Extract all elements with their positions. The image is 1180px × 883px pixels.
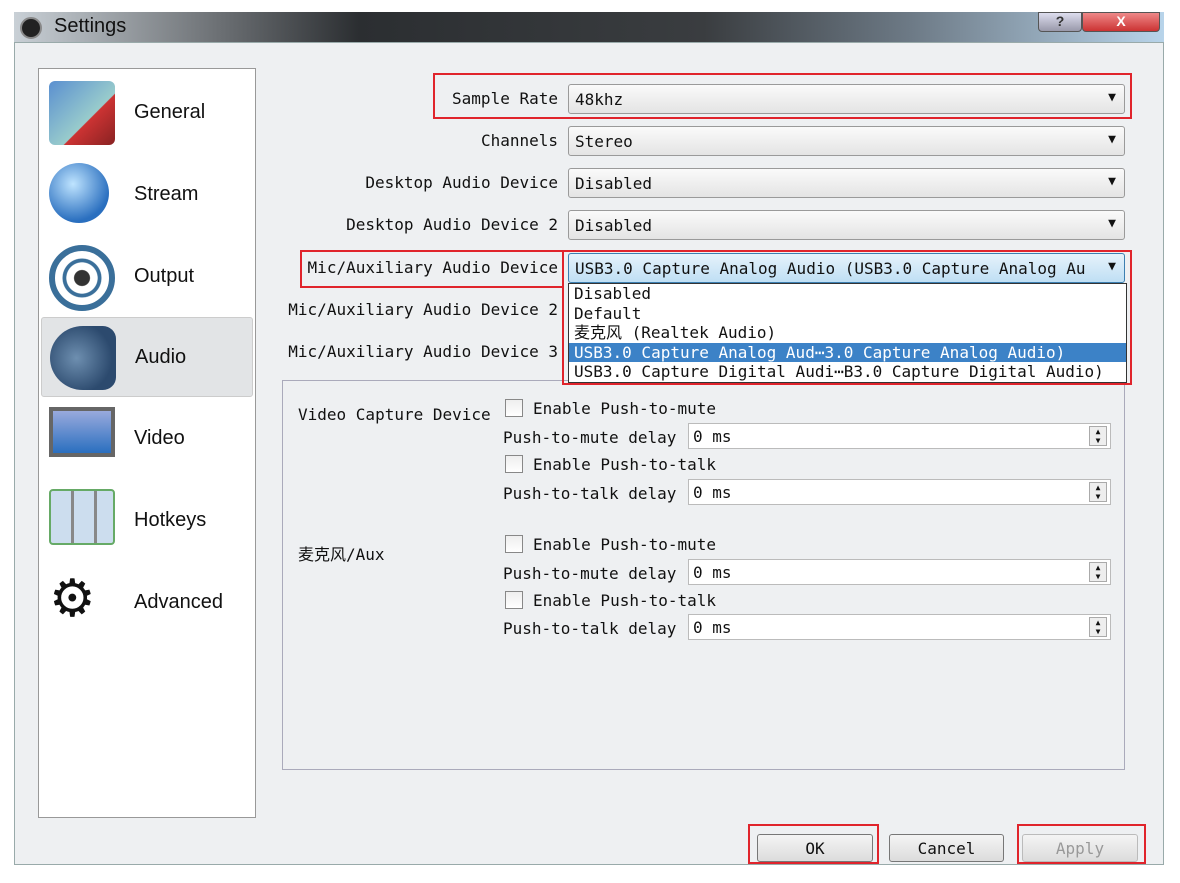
keyboard-icon [49,489,115,545]
chevron-down-icon: ▼ [1108,216,1116,231]
sidebar-item-advanced[interactable]: ⚙ Advanced [41,563,253,643]
globe-icon [49,163,109,223]
title-bar[interactable]: Settings ? X [14,12,1164,42]
close-button[interactable]: X [1082,12,1160,32]
sidebar-item-label: General [134,101,206,123]
sidebar-item-video[interactable]: Video [41,399,253,479]
talk-delay-spinbox[interactable]: 0 ms ▲ ▼ [688,479,1111,505]
source-label: Video Capture Device [298,405,491,424]
sidebar-item-label: Stream [134,183,199,205]
spin-value: 0 ms [693,427,732,446]
push-to-talk-label: Enable Push-to-talk [533,455,717,474]
desktop-audio-select[interactable]: Disabled ▼ [568,168,1125,198]
channels-select[interactable]: Stereo ▼ [568,126,1125,156]
chevron-down-icon: ▼ [1108,174,1116,189]
sidebar-item-hotkeys[interactable]: Hotkeys [41,481,253,561]
push-to-mute-label: Enable Push-to-mute [533,399,717,418]
selected-value: Disabled [575,216,653,235]
mute-delay-spinbox[interactable]: 0 ms ▲ ▼ [688,559,1111,585]
speaker-icon [50,326,116,390]
push-to-talk-checkbox[interactable] [505,455,523,473]
mic-audio-3-label: Mic/Auxiliary Audio Device 3 [288,342,558,361]
spin-value: 0 ms [693,483,732,502]
annotation-box [1017,824,1146,864]
general-icon [49,81,115,145]
monitor-icon [49,407,115,457]
selected-value: Stereo [575,132,633,151]
hotkeys-group: Video Capture Device Enable Push-to-mute… [282,380,1125,770]
push-to-mute-checkbox[interactable] [505,399,523,417]
talk-delay-spinbox[interactable]: 0 ms ▲ ▼ [688,614,1111,640]
mute-delay-label: Push-to-mute delay [503,428,677,447]
desktop-audio-2-label: Desktop Audio Device 2 [346,215,558,234]
spin-arrows-icon[interactable]: ▲ ▼ [1089,617,1107,637]
sidebar-item-label: Hotkeys [134,509,207,531]
sidebar-item-label: Audio [135,346,187,368]
sidebar-item-output[interactable]: Output [41,237,253,317]
annotation-box [300,250,564,288]
push-to-mute-checkbox[interactable] [505,535,523,553]
help-button[interactable]: ? [1038,12,1082,32]
gears-icon: ⚙ [49,569,96,629]
sidebar: General Stream Output Audio Video Hotkey… [38,68,256,818]
talk-delay-label: Push-to-talk delay [503,484,677,503]
spin-arrows-icon[interactable]: ▲ ▼ [1089,562,1107,582]
broadcast-icon [49,245,115,311]
annotation-box [562,250,1132,385]
window-title: Settings [54,15,127,37]
selected-value: Disabled [575,174,653,193]
sidebar-item-label: Output [134,265,195,287]
spin-value: 0 ms [693,618,732,637]
channels-label: Channels [480,131,558,150]
sidebar-item-general[interactable]: General [41,73,253,153]
talk-delay-label: Push-to-talk delay [503,619,677,638]
annotation-box [748,824,879,864]
push-to-talk-label: Enable Push-to-talk [533,591,717,610]
mute-delay-label: Push-to-mute delay [503,564,677,583]
spin-arrows-icon[interactable]: ▲ ▼ [1089,482,1107,502]
desktop-audio-2-select[interactable]: Disabled ▼ [568,210,1125,240]
mute-delay-spinbox[interactable]: 0 ms ▲ ▼ [688,423,1111,449]
annotation-box [433,73,1132,119]
desktop-audio-label: Desktop Audio Device [365,173,558,192]
obs-logo-icon [20,17,42,39]
mic-audio-2-label: Mic/Auxiliary Audio Device 2 [288,300,558,319]
cancel-button[interactable]: Cancel [889,834,1004,862]
push-to-talk-checkbox[interactable] [505,591,523,609]
push-to-mute-label: Enable Push-to-mute [533,535,717,554]
source-label: 麦克风/Aux [298,545,385,564]
sidebar-item-label: Advanced [134,591,223,613]
spin-value: 0 ms [693,563,732,582]
spin-arrows-icon[interactable]: ▲ ▼ [1089,426,1107,446]
sidebar-item-stream[interactable]: Stream [41,155,253,235]
sidebar-item-label: Video [134,427,185,449]
sidebar-item-audio[interactable]: Audio [41,317,253,397]
chevron-down-icon: ▼ [1108,132,1116,147]
